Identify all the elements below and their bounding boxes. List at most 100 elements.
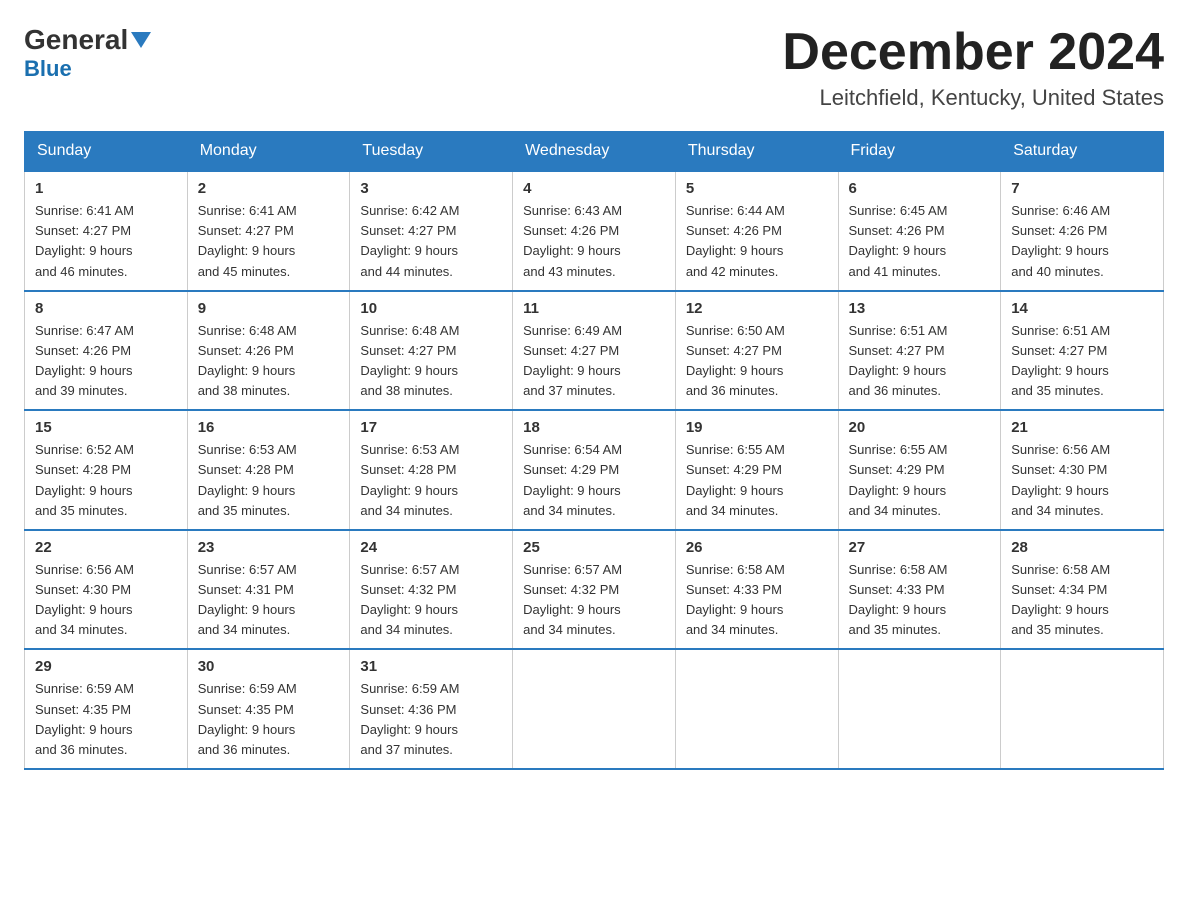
calendar-table: SundayMondayTuesdayWednesdayThursdayFrid… xyxy=(24,131,1164,770)
day-info: Sunrise: 6:41 AM Sunset: 4:27 PM Dayligh… xyxy=(198,201,340,282)
calendar-cell: 19 Sunrise: 6:55 AM Sunset: 4:29 PM Dayl… xyxy=(675,410,838,530)
day-number: 19 xyxy=(686,419,828,436)
day-number: 23 xyxy=(198,539,340,556)
day-info: Sunrise: 6:55 AM Sunset: 4:29 PM Dayligh… xyxy=(686,440,828,521)
day-info: Sunrise: 6:58 AM Sunset: 4:33 PM Dayligh… xyxy=(849,560,991,641)
day-number: 10 xyxy=(360,300,502,317)
logo-general-text: General xyxy=(24,24,128,56)
day-number: 4 xyxy=(523,180,665,197)
day-info: Sunrise: 6:53 AM Sunset: 4:28 PM Dayligh… xyxy=(360,440,502,521)
day-header-sunday: Sunday xyxy=(25,132,188,172)
day-number: 18 xyxy=(523,419,665,436)
day-number: 27 xyxy=(849,539,991,556)
day-header-wednesday: Wednesday xyxy=(513,132,676,172)
day-number: 22 xyxy=(35,539,177,556)
day-number: 11 xyxy=(523,300,665,317)
day-info: Sunrise: 6:53 AM Sunset: 4:28 PM Dayligh… xyxy=(198,440,340,521)
day-info: Sunrise: 6:48 AM Sunset: 4:27 PM Dayligh… xyxy=(360,321,502,402)
day-info: Sunrise: 6:51 AM Sunset: 4:27 PM Dayligh… xyxy=(1011,321,1153,402)
calendar-cell: 2 Sunrise: 6:41 AM Sunset: 4:27 PM Dayli… xyxy=(187,171,350,291)
day-info: Sunrise: 6:56 AM Sunset: 4:30 PM Dayligh… xyxy=(1011,440,1153,521)
calendar-cell xyxy=(838,649,1001,769)
day-info: Sunrise: 6:55 AM Sunset: 4:29 PM Dayligh… xyxy=(849,440,991,521)
day-header-thursday: Thursday xyxy=(675,132,838,172)
calendar-week-row: 22 Sunrise: 6:56 AM Sunset: 4:30 PM Dayl… xyxy=(25,530,1164,650)
calendar-cell: 10 Sunrise: 6:48 AM Sunset: 4:27 PM Dayl… xyxy=(350,291,513,411)
calendar-cell xyxy=(513,649,676,769)
calendar-cell: 26 Sunrise: 6:58 AM Sunset: 4:33 PM Dayl… xyxy=(675,530,838,650)
day-info: Sunrise: 6:59 AM Sunset: 4:35 PM Dayligh… xyxy=(35,679,177,760)
day-number: 20 xyxy=(849,419,991,436)
calendar-cell xyxy=(1001,649,1164,769)
calendar-cell: 31 Sunrise: 6:59 AM Sunset: 4:36 PM Dayl… xyxy=(350,649,513,769)
day-info: Sunrise: 6:57 AM Sunset: 4:32 PM Dayligh… xyxy=(360,560,502,641)
day-number: 16 xyxy=(198,419,340,436)
logo-triangle-icon xyxy=(131,32,151,53)
calendar-cell: 16 Sunrise: 6:53 AM Sunset: 4:28 PM Dayl… xyxy=(187,410,350,530)
day-info: Sunrise: 6:48 AM Sunset: 4:26 PM Dayligh… xyxy=(198,321,340,402)
calendar-cell: 15 Sunrise: 6:52 AM Sunset: 4:28 PM Dayl… xyxy=(25,410,188,530)
calendar-cell: 21 Sunrise: 6:56 AM Sunset: 4:30 PM Dayl… xyxy=(1001,410,1164,530)
calendar-cell: 17 Sunrise: 6:53 AM Sunset: 4:28 PM Dayl… xyxy=(350,410,513,530)
day-header-saturday: Saturday xyxy=(1001,132,1164,172)
day-header-tuesday: Tuesday xyxy=(350,132,513,172)
day-info: Sunrise: 6:56 AM Sunset: 4:30 PM Dayligh… xyxy=(35,560,177,641)
calendar-cell: 27 Sunrise: 6:58 AM Sunset: 4:33 PM Dayl… xyxy=(838,530,1001,650)
day-info: Sunrise: 6:45 AM Sunset: 4:26 PM Dayligh… xyxy=(849,201,991,282)
day-number: 13 xyxy=(849,300,991,317)
day-number: 17 xyxy=(360,419,502,436)
day-number: 7 xyxy=(1011,180,1153,197)
day-info: Sunrise: 6:49 AM Sunset: 4:27 PM Dayligh… xyxy=(523,321,665,402)
day-number: 3 xyxy=(360,180,502,197)
day-number: 14 xyxy=(1011,300,1153,317)
calendar-cell: 11 Sunrise: 6:49 AM Sunset: 4:27 PM Dayl… xyxy=(513,291,676,411)
calendar-week-row: 8 Sunrise: 6:47 AM Sunset: 4:26 PM Dayli… xyxy=(25,291,1164,411)
day-number: 9 xyxy=(198,300,340,317)
calendar-cell: 4 Sunrise: 6:43 AM Sunset: 4:26 PM Dayli… xyxy=(513,171,676,291)
day-info: Sunrise: 6:46 AM Sunset: 4:26 PM Dayligh… xyxy=(1011,201,1153,282)
day-header-friday: Friday xyxy=(838,132,1001,172)
title-section: December 2024 Leitchfield, Kentucky, Uni… xyxy=(782,24,1164,111)
calendar-week-row: 1 Sunrise: 6:41 AM Sunset: 4:27 PM Dayli… xyxy=(25,171,1164,291)
day-number: 6 xyxy=(849,180,991,197)
day-number: 29 xyxy=(35,658,177,675)
calendar-week-row: 29 Sunrise: 6:59 AM Sunset: 4:35 PM Dayl… xyxy=(25,649,1164,769)
day-info: Sunrise: 6:44 AM Sunset: 4:26 PM Dayligh… xyxy=(686,201,828,282)
calendar-cell: 18 Sunrise: 6:54 AM Sunset: 4:29 PM Dayl… xyxy=(513,410,676,530)
calendar-cell: 9 Sunrise: 6:48 AM Sunset: 4:26 PM Dayli… xyxy=(187,291,350,411)
logo: General Blue xyxy=(24,24,151,82)
calendar-cell: 28 Sunrise: 6:58 AM Sunset: 4:34 PM Dayl… xyxy=(1001,530,1164,650)
day-info: Sunrise: 6:52 AM Sunset: 4:28 PM Dayligh… xyxy=(35,440,177,521)
calendar-cell: 30 Sunrise: 6:59 AM Sunset: 4:35 PM Dayl… xyxy=(187,649,350,769)
day-info: Sunrise: 6:58 AM Sunset: 4:34 PM Dayligh… xyxy=(1011,560,1153,641)
day-info: Sunrise: 6:47 AM Sunset: 4:26 PM Dayligh… xyxy=(35,321,177,402)
calendar-cell: 3 Sunrise: 6:42 AM Sunset: 4:27 PM Dayli… xyxy=(350,171,513,291)
day-number: 25 xyxy=(523,539,665,556)
calendar-header-row: SundayMondayTuesdayWednesdayThursdayFrid… xyxy=(25,132,1164,172)
page-header: General Blue December 2024 Leitchfield, … xyxy=(24,24,1164,111)
day-info: Sunrise: 6:41 AM Sunset: 4:27 PM Dayligh… xyxy=(35,201,177,282)
day-number: 30 xyxy=(198,658,340,675)
month-title: December 2024 xyxy=(782,24,1164,81)
day-info: Sunrise: 6:59 AM Sunset: 4:36 PM Dayligh… xyxy=(360,679,502,760)
day-info: Sunrise: 6:43 AM Sunset: 4:26 PM Dayligh… xyxy=(523,201,665,282)
calendar-cell xyxy=(675,649,838,769)
calendar-cell: 14 Sunrise: 6:51 AM Sunset: 4:27 PM Dayl… xyxy=(1001,291,1164,411)
calendar-cell: 7 Sunrise: 6:46 AM Sunset: 4:26 PM Dayli… xyxy=(1001,171,1164,291)
calendar-cell: 13 Sunrise: 6:51 AM Sunset: 4:27 PM Dayl… xyxy=(838,291,1001,411)
calendar-cell: 29 Sunrise: 6:59 AM Sunset: 4:35 PM Dayl… xyxy=(25,649,188,769)
calendar-cell: 22 Sunrise: 6:56 AM Sunset: 4:30 PM Dayl… xyxy=(25,530,188,650)
day-number: 26 xyxy=(686,539,828,556)
calendar-cell: 20 Sunrise: 6:55 AM Sunset: 4:29 PM Dayl… xyxy=(838,410,1001,530)
calendar-cell: 1 Sunrise: 6:41 AM Sunset: 4:27 PM Dayli… xyxy=(25,171,188,291)
day-number: 24 xyxy=(360,539,502,556)
day-number: 2 xyxy=(198,180,340,197)
day-info: Sunrise: 6:57 AM Sunset: 4:31 PM Dayligh… xyxy=(198,560,340,641)
day-number: 8 xyxy=(35,300,177,317)
calendar-cell: 24 Sunrise: 6:57 AM Sunset: 4:32 PM Dayl… xyxy=(350,530,513,650)
calendar-cell: 5 Sunrise: 6:44 AM Sunset: 4:26 PM Dayli… xyxy=(675,171,838,291)
calendar-cell: 23 Sunrise: 6:57 AM Sunset: 4:31 PM Dayl… xyxy=(187,530,350,650)
calendar-cell: 6 Sunrise: 6:45 AM Sunset: 4:26 PM Dayli… xyxy=(838,171,1001,291)
calendar-cell: 12 Sunrise: 6:50 AM Sunset: 4:27 PM Dayl… xyxy=(675,291,838,411)
day-number: 5 xyxy=(686,180,828,197)
